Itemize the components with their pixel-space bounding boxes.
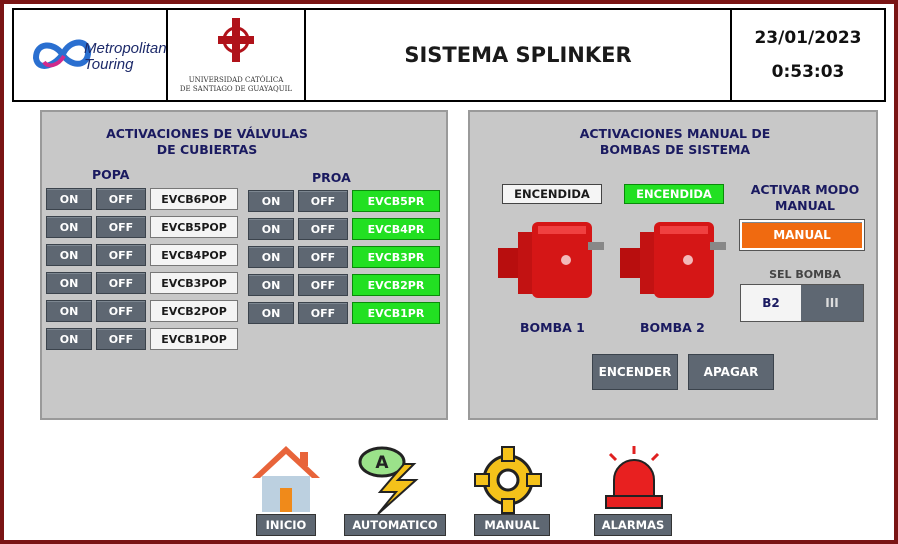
- gear-icon[interactable]: [472, 444, 544, 514]
- popa-valve-tag: EVCB1POP: [150, 328, 238, 350]
- popa-label: POPA: [92, 167, 130, 182]
- popa-off-button[interactable]: OFF: [96, 244, 146, 266]
- proa-valve-tag: EVCB5PR: [352, 190, 440, 212]
- popa-on-button[interactable]: ON: [46, 244, 92, 266]
- valves-title-line2: DE CUBIERTAS: [156, 142, 258, 157]
- nav-manual-button[interactable]: MANUAL: [474, 514, 550, 536]
- svg-text:A: A: [375, 453, 389, 473]
- apagar-button[interactable]: APAGAR: [688, 354, 774, 390]
- university-name-line1: UNIVERSIDAD CATÓLICA: [188, 76, 284, 84]
- popa-valve-tag: EVCB6POP: [150, 188, 238, 210]
- pump2-label: BOMBA 2: [640, 320, 705, 335]
- pump1-label: BOMBA 1: [520, 320, 585, 335]
- popa-on-button[interactable]: ON: [46, 272, 92, 294]
- pump1-status: ENCENDIDA: [502, 184, 602, 204]
- pump1-icon: [498, 222, 604, 298]
- popa-valve-tag: EVCB5POP: [150, 216, 238, 238]
- pumps-title-line1: ACTIVACIONES MANUAL DE: [579, 126, 771, 141]
- proa-valve-tag: EVCB1PR: [352, 302, 440, 324]
- brand-line2: Touring: [84, 56, 134, 73]
- popa-valve-tag: EVCB3POP: [150, 272, 238, 294]
- university-name-line2: DE SANTIAGO DE GUAYAQUIL: [179, 85, 293, 93]
- pump2-status: ENCENDIDA: [624, 184, 724, 204]
- nav-home-button[interactable]: INICIO: [256, 514, 316, 536]
- pumps-title-line2: BOMBAS DE SISTEMA: [599, 142, 751, 157]
- pump-selector-value: B2: [741, 285, 801, 321]
- proa-off-button[interactable]: OFF: [298, 218, 348, 240]
- proa-on-button[interactable]: ON: [248, 218, 294, 240]
- proa-off-button[interactable]: OFF: [298, 246, 348, 268]
- university-logo: UNIVERSIDAD CATÓLICA DE SANTIAGO DE GUAY…: [166, 8, 306, 102]
- university-crest-icon: [218, 18, 254, 62]
- home-icon[interactable]: [250, 444, 322, 514]
- proa-label: PROA: [312, 170, 351, 185]
- valves-title-line1: ACTIVACIONES DE VÁLVULAS: [106, 126, 308, 141]
- popa-off-button[interactable]: OFF: [96, 300, 146, 322]
- pump-selector[interactable]: B2 III: [740, 284, 864, 322]
- proa-on-button[interactable]: ON: [248, 190, 294, 212]
- proa-off-button[interactable]: OFF: [298, 302, 348, 324]
- pumps-panel: ACTIVACIONES MANUAL DE BOMBAS DE SISTEMA…: [468, 110, 878, 420]
- proa-valve-tag: EVCB4PR: [352, 218, 440, 240]
- encender-button[interactable]: ENCENDER: [592, 354, 678, 390]
- popa-on-button[interactable]: ON: [46, 300, 92, 322]
- time-display: 0:53:03: [771, 62, 845, 82]
- pump-selector-switch[interactable]: III: [801, 285, 863, 321]
- sel-bomba-label: SEL BOMBA: [769, 268, 841, 281]
- manual-mode-button[interactable]: MANUAL: [739, 219, 865, 251]
- popa-valve-tag: EVCB2POP: [150, 300, 238, 322]
- brand-line1: Metropolitan: [84, 40, 167, 57]
- nav-alarms-button[interactable]: ALARMAS: [594, 514, 672, 536]
- popa-on-button[interactable]: ON: [46, 188, 92, 210]
- popa-valve-tag: EVCB4POP: [150, 244, 238, 266]
- proa-on-button[interactable]: ON: [248, 246, 294, 268]
- popa-off-button[interactable]: OFF: [96, 328, 146, 350]
- proa-off-button[interactable]: OFF: [298, 274, 348, 296]
- mode-label-line2: MANUAL: [775, 198, 835, 213]
- automatic-icon[interactable]: A: [350, 444, 430, 514]
- metropolitan-logo: Metropolitan Touring: [12, 8, 168, 102]
- date-display: 23/01/2023: [754, 28, 862, 48]
- proa-on-button[interactable]: ON: [248, 274, 294, 296]
- proa-off-button[interactable]: OFF: [298, 190, 348, 212]
- proa-valve-tag: EVCB3PR: [352, 246, 440, 268]
- popa-on-button[interactable]: ON: [46, 328, 92, 350]
- popa-off-button[interactable]: OFF: [96, 272, 146, 294]
- datetime-box: 23/01/2023 0:53:03: [730, 8, 886, 102]
- popa-off-button[interactable]: OFF: [96, 188, 146, 210]
- page-title: SISTEMA SPLINKER: [304, 8, 732, 102]
- proa-valve-tag: EVCB2PR: [352, 274, 440, 296]
- valves-panel: ACTIVACIONES DE VÁLVULAS DE CUBIERTAS PO…: [40, 110, 448, 420]
- pump2-icon: [620, 222, 726, 298]
- nav-automatic-button[interactable]: AUTOMATICO: [344, 514, 446, 536]
- popa-off-button[interactable]: OFF: [96, 216, 146, 238]
- mode-label-line1: ACTIVAR MODO: [750, 182, 860, 197]
- proa-on-button[interactable]: ON: [248, 302, 294, 324]
- siren-icon[interactable]: [594, 444, 674, 514]
- popa-on-button[interactable]: ON: [46, 216, 92, 238]
